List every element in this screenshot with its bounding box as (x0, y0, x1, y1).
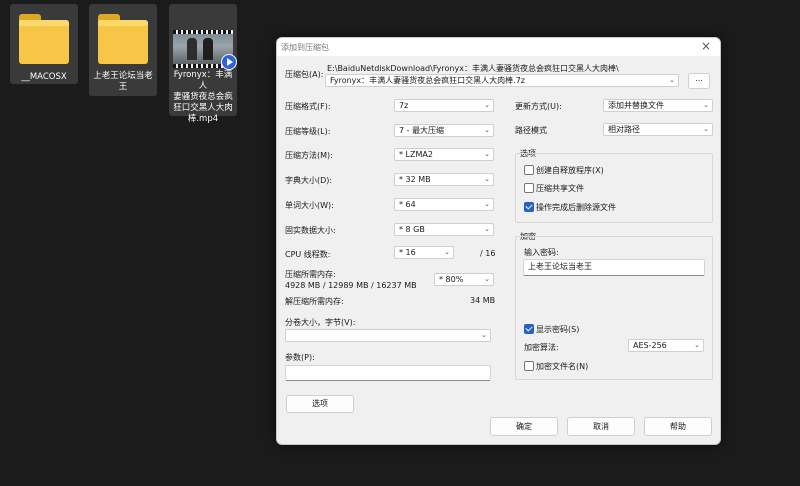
desktop-icon-label: Fyronyx：丰满人 妻骚货夜总会疯 狂口交黑人大肉 棒.mp4 (173, 70, 233, 124)
encryption-method-label: 加密算法: (524, 343, 559, 352)
chevron-down-icon: ⌄ (484, 101, 490, 109)
level-value: 7 - 最大压缩 (399, 126, 445, 135)
method-value: * LZMA2 (399, 150, 433, 159)
solid-label: 固实数据大小: (285, 226, 336, 235)
cpu-max: / 16 (480, 249, 496, 258)
shared-files-checkbox[interactable] (524, 183, 534, 193)
method-label: 压缩方法(M): (285, 151, 333, 160)
dict-select[interactable]: * 32 MB ⌄ (394, 173, 494, 186)
show-password-checkbox[interactable] (524, 324, 534, 334)
title-bar: 添加到压缩包 × (277, 38, 720, 56)
chevron-down-icon: ⌄ (694, 341, 700, 349)
chevron-down-icon: ⌄ (484, 126, 490, 134)
help-button[interactable]: 帮助 (644, 417, 712, 436)
add-to-archive-dialog: 添加到压缩包 × 压缩包(A): E:\BaiduNetdiskDownload… (276, 37, 721, 445)
format-value: 7z (399, 101, 409, 110)
dict-label: 字典大小(D): (285, 176, 333, 185)
solid-select[interactable]: * 8 GB ⌄ (394, 223, 494, 236)
chevron-down-icon: ⌄ (484, 175, 490, 183)
memory-value: * 80% (439, 275, 464, 284)
dialog-title: 添加到压缩包 (281, 43, 329, 52)
memory-label: 压缩所需内存: (285, 270, 336, 279)
shared-files-label: 压缩共享文件 (536, 184, 584, 193)
ok-button[interactable]: 确定 (490, 417, 558, 436)
memory-select[interactable]: * 80% ⌄ (434, 273, 494, 286)
chevron-down-icon: ⌄ (484, 275, 490, 283)
folder-icon (19, 12, 69, 64)
level-label: 压缩等级(L): (285, 127, 331, 136)
update-mode-select[interactable]: 添加并替换文件 ⌄ (603, 99, 713, 112)
chevron-down-icon: ⌄ (703, 125, 709, 133)
archive-label: 压缩包(A): (285, 70, 324, 79)
archive-name-combo[interactable]: Fyronyx：丰满人妻骚货夜总会疯狂口交黑人大肉棒.7z ⌄ (325, 74, 679, 87)
encryption-method-select[interactable]: AES-256 ⌄ (628, 339, 704, 352)
chevron-down-icon: ⌄ (481, 331, 487, 339)
desktop-icon-label: __MACOSX (21, 72, 67, 82)
dict-value: * 32 MB (399, 175, 431, 184)
word-value: * 64 (399, 200, 416, 209)
browse-button[interactable]: ... (688, 73, 710, 89)
encrypt-names-checkbox[interactable] (524, 361, 534, 371)
word-select[interactable]: * 64 ⌄ (394, 198, 494, 211)
desktop-icon-folder-laowang[interactable]: 上老王论坛当老 王 (89, 4, 157, 96)
sfx-checkbox[interactable] (524, 165, 534, 175)
chevron-down-icon: ⌄ (484, 200, 490, 208)
delete-after-checkbox[interactable] (524, 202, 534, 212)
encrypt-names-label: 加密文件名(N) (536, 362, 589, 371)
decompress-memory-value: 34 MB (470, 296, 496, 305)
params-input[interactable] (285, 365, 491, 381)
chevron-down-icon: ⌄ (669, 76, 675, 84)
path-mode-label: 路径模式 (515, 126, 547, 135)
solid-value: * 8 GB (399, 225, 425, 234)
desktop-icon-label: 上老王论坛当老 王 (93, 71, 153, 92)
cancel-button[interactable]: 取消 (567, 417, 635, 436)
update-mode-label: 更新方式(U): (515, 102, 562, 111)
password-input[interactable]: 上老王论坛当老王 (523, 259, 705, 276)
word-label: 单词大小(W): (285, 201, 334, 210)
level-select[interactable]: 7 - 最大压缩 ⌄ (394, 124, 494, 137)
close-icon[interactable]: × (700, 40, 712, 52)
chevron-down-icon: ⌄ (484, 225, 490, 233)
cpu-label: CPU 线程数: (285, 250, 331, 259)
archive-path: E:\BaiduNetdiskDownload\Fyronyx：丰满人妻骚货夜总… (327, 64, 619, 73)
delete-after-label: 操作完成后删除源文件 (536, 203, 616, 212)
folder-icon (98, 12, 148, 64)
memory-detail: 4928 MB / 12989 MB / 16237 MB (285, 281, 417, 290)
format-label: 压缩格式(F): (285, 102, 331, 111)
play-icon (221, 54, 237, 70)
method-select[interactable]: * LZMA2 ⌄ (394, 148, 494, 161)
encryption-method-value: AES-256 (633, 341, 667, 350)
archive-name-value: Fyronyx：丰满人妻骚货夜总会疯狂口交黑人大肉棒.7z (330, 76, 525, 85)
decompress-memory-label: 解压缩所需内存: (285, 297, 344, 306)
format-select[interactable]: 7z ⌄ (394, 99, 494, 112)
desktop-icon-video[interactable]: Fyronyx：丰满人 妻骚货夜总会疯 狂口交黑人大肉 棒.mp4 (169, 4, 237, 124)
password-label: 输入密码: (524, 248, 559, 257)
options-button[interactable]: 选项 (286, 395, 354, 413)
chevron-down-icon: ⌄ (444, 248, 450, 256)
chevron-down-icon: ⌄ (484, 150, 490, 158)
chevron-down-icon: ⌄ (703, 101, 709, 109)
update-mode-value: 添加并替换文件 (608, 101, 664, 110)
show-password-label: 显示密码(S) (536, 325, 580, 334)
cpu-select[interactable]: * 16 ⌄ (394, 246, 454, 259)
split-label: 分卷大小，字节(V): (285, 318, 356, 327)
path-mode-select[interactable]: 相对路径 ⌄ (603, 123, 713, 136)
split-select[interactable]: ⌄ (285, 329, 491, 342)
params-label: 参数(P): (285, 353, 315, 362)
sfx-label: 创建自释放程序(X) (536, 166, 604, 175)
desktop-icon-macosx[interactable]: __MACOSX (10, 4, 78, 84)
path-mode-value: 相对路径 (608, 125, 640, 134)
cpu-value: * 16 (399, 248, 416, 257)
